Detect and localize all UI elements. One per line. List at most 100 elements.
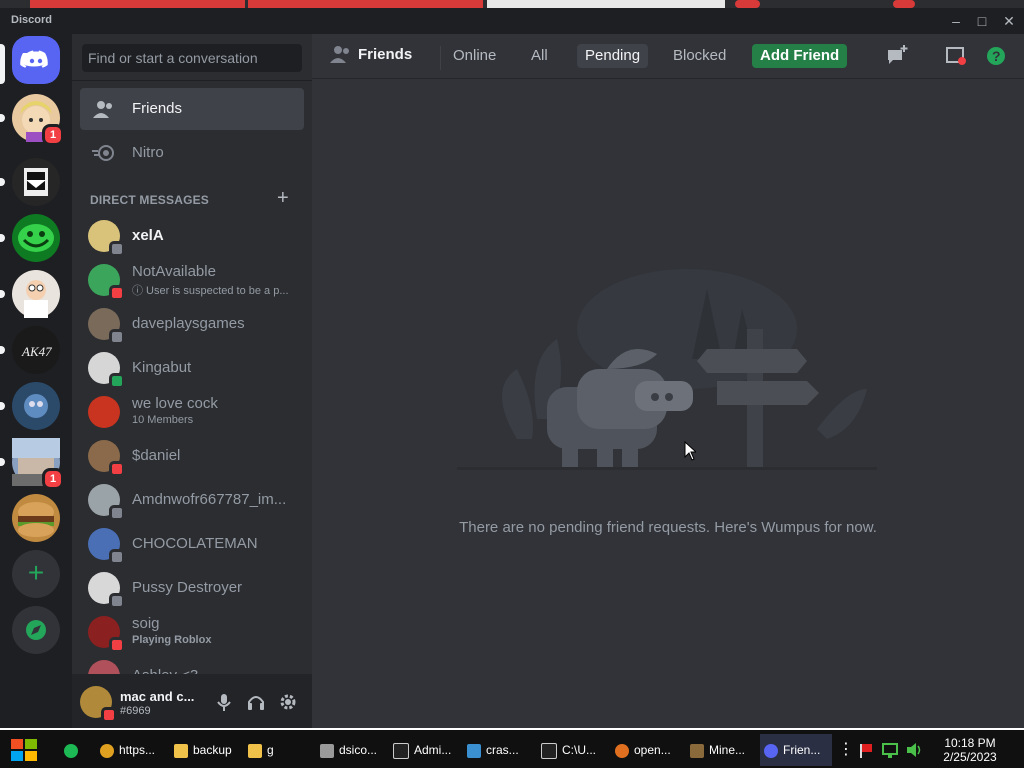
start-button[interactable] bbox=[8, 734, 44, 766]
flag-icon[interactable] bbox=[858, 734, 876, 766]
folder-icon bbox=[174, 743, 188, 758]
server-avatar bbox=[12, 494, 60, 542]
unread-indicator bbox=[0, 346, 5, 354]
taskbar-item[interactable] bbox=[64, 734, 92, 766]
tab-online[interactable]: Online bbox=[445, 44, 504, 68]
dm-item[interactable]: soig Playing Roblox bbox=[80, 611, 304, 653]
taskbar-label: dsico... bbox=[339, 743, 378, 757]
server-icon[interactable]: 1 bbox=[12, 94, 64, 146]
taskbar-item[interactable]: open... bbox=[615, 734, 681, 766]
server-icon[interactable]: AK47 bbox=[12, 326, 60, 374]
taskbar-label: Mine... bbox=[709, 743, 746, 757]
dm-name: soig bbox=[132, 615, 160, 632]
taskbar-item[interactable]: g bbox=[248, 734, 308, 766]
server-icon[interactable]: 1 bbox=[12, 438, 64, 490]
server-icon[interactable] bbox=[12, 494, 60, 542]
tab-all[interactable]: All bbox=[523, 44, 556, 68]
mouse-cursor-icon bbox=[684, 440, 698, 461]
tab-pending[interactable]: Pending bbox=[577, 44, 649, 68]
taskbar-label: backup bbox=[193, 743, 232, 757]
taskbar-item-active[interactable]: Frien... bbox=[760, 734, 832, 766]
taskbar-item[interactable]: cras... bbox=[467, 734, 533, 766]
plus-icon: + bbox=[12, 550, 60, 598]
dm-name: NotAvailable bbox=[132, 263, 216, 280]
nav-friends[interactable]: Friends bbox=[80, 88, 304, 130]
unread-indicator bbox=[0, 290, 5, 298]
create-dm-button[interactable]: + bbox=[277, 187, 289, 210]
taskbar-label: g bbox=[267, 743, 274, 757]
dm-item[interactable]: daveplaysgames bbox=[80, 303, 304, 345]
unread-indicator bbox=[0, 458, 5, 466]
dm-name: Kingabut bbox=[132, 359, 192, 376]
taskbar-label: cras... bbox=[486, 743, 519, 757]
volume-icon[interactable] bbox=[906, 734, 924, 766]
status-indicator bbox=[109, 549, 125, 565]
dm-name: Pussy Destroyer bbox=[132, 579, 243, 596]
inbox-icon[interactable] bbox=[944, 44, 968, 68]
taskbar-item[interactable]: C:\U... bbox=[541, 734, 607, 766]
terminal-icon bbox=[541, 742, 557, 759]
background-window-strip bbox=[0, 0, 1024, 8]
server-icon[interactable] bbox=[12, 382, 60, 430]
taskbar-item[interactable]: https... bbox=[100, 734, 164, 766]
explore-servers-button[interactable] bbox=[12, 606, 60, 654]
minimize-button[interactable]: – bbox=[943, 10, 969, 32]
dm-item[interactable]: Amdnwofr667787_im... bbox=[80, 479, 304, 521]
gear-icon[interactable] bbox=[278, 692, 298, 712]
search-input[interactable]: Find or start a conversation bbox=[82, 44, 302, 72]
unread-indicator bbox=[0, 178, 5, 186]
maximize-button[interactable]: □ bbox=[969, 10, 995, 32]
minecraft-icon bbox=[690, 743, 704, 758]
tab-blocked[interactable]: Blocked bbox=[665, 44, 734, 68]
taskbar-item[interactable]: Admi... bbox=[393, 734, 459, 766]
spotify-icon bbox=[64, 743, 78, 758]
home-button[interactable] bbox=[12, 36, 60, 84]
server-avatar bbox=[12, 270, 60, 318]
dm-item[interactable]: Kingabut bbox=[80, 347, 304, 389]
add-server-button[interactable]: + bbox=[12, 550, 60, 598]
status-indicator bbox=[101, 707, 117, 723]
group-avatar bbox=[88, 396, 120, 428]
taskbar-item[interactable]: dsico... bbox=[320, 734, 386, 766]
dm-item[interactable]: we love cock 10 Members bbox=[80, 391, 304, 433]
taskbar-item[interactable]: backup bbox=[174, 734, 240, 766]
background-tab bbox=[893, 0, 915, 8]
folder-icon bbox=[248, 743, 262, 758]
notification-badge: 1 bbox=[42, 124, 64, 146]
close-button[interactable]: ✕ bbox=[996, 10, 1022, 32]
chrome-icon bbox=[100, 743, 114, 758]
clock-date: 2/25/2023 bbox=[943, 750, 997, 764]
help-icon[interactable]: ? bbox=[984, 44, 1008, 68]
taskbar-label: Frien... bbox=[783, 743, 821, 757]
server-icon[interactable] bbox=[12, 270, 60, 318]
page-title: Friends bbox=[358, 46, 413, 63]
new-group-dm-icon[interactable] bbox=[885, 44, 909, 68]
svg-text:AK47: AK47 bbox=[21, 344, 52, 359]
user-tag: #6969 bbox=[120, 705, 151, 717]
microphone-icon[interactable] bbox=[214, 692, 234, 712]
overflow-menu-icon[interactable]: ⋮ bbox=[838, 734, 848, 766]
dm-item[interactable]: CHOCOLATEMAN bbox=[80, 523, 304, 565]
status-indicator bbox=[109, 329, 125, 345]
dm-name: CHOCOLATEMAN bbox=[132, 535, 258, 552]
title-bar: Discord – □ ✕ bbox=[0, 8, 1024, 34]
nav-nitro[interactable]: Nitro bbox=[80, 132, 304, 174]
taskbar-item[interactable]: Mine... bbox=[690, 734, 756, 766]
system-clock[interactable]: 10:18 PM 2/25/2023 bbox=[930, 736, 1010, 764]
network-icon[interactable] bbox=[882, 734, 900, 766]
app-title: Discord bbox=[11, 14, 52, 26]
status-indicator bbox=[109, 461, 125, 477]
dm-item[interactable]: xelA bbox=[80, 215, 304, 257]
dm-item[interactable]: Pussy Destroyer bbox=[80, 567, 304, 609]
dm-item[interactable]: $daniel bbox=[80, 435, 304, 477]
server-icon[interactable] bbox=[12, 214, 60, 262]
add-friend-button[interactable]: Add Friend bbox=[752, 44, 848, 68]
server-rail: 1 AK47 1 + bbox=[0, 34, 72, 728]
dm-subtext: ⓘ User is suspected to be a p... bbox=[132, 285, 289, 297]
friends-icon bbox=[92, 98, 116, 120]
direct-messages-header: DIRECT MESSAGES bbox=[90, 193, 210, 207]
unread-indicator bbox=[0, 234, 5, 242]
server-icon[interactable] bbox=[12, 158, 60, 206]
dm-item[interactable]: NotAvailable ⓘ User is suspected to be a… bbox=[80, 259, 304, 301]
headphones-icon[interactable] bbox=[246, 692, 266, 712]
